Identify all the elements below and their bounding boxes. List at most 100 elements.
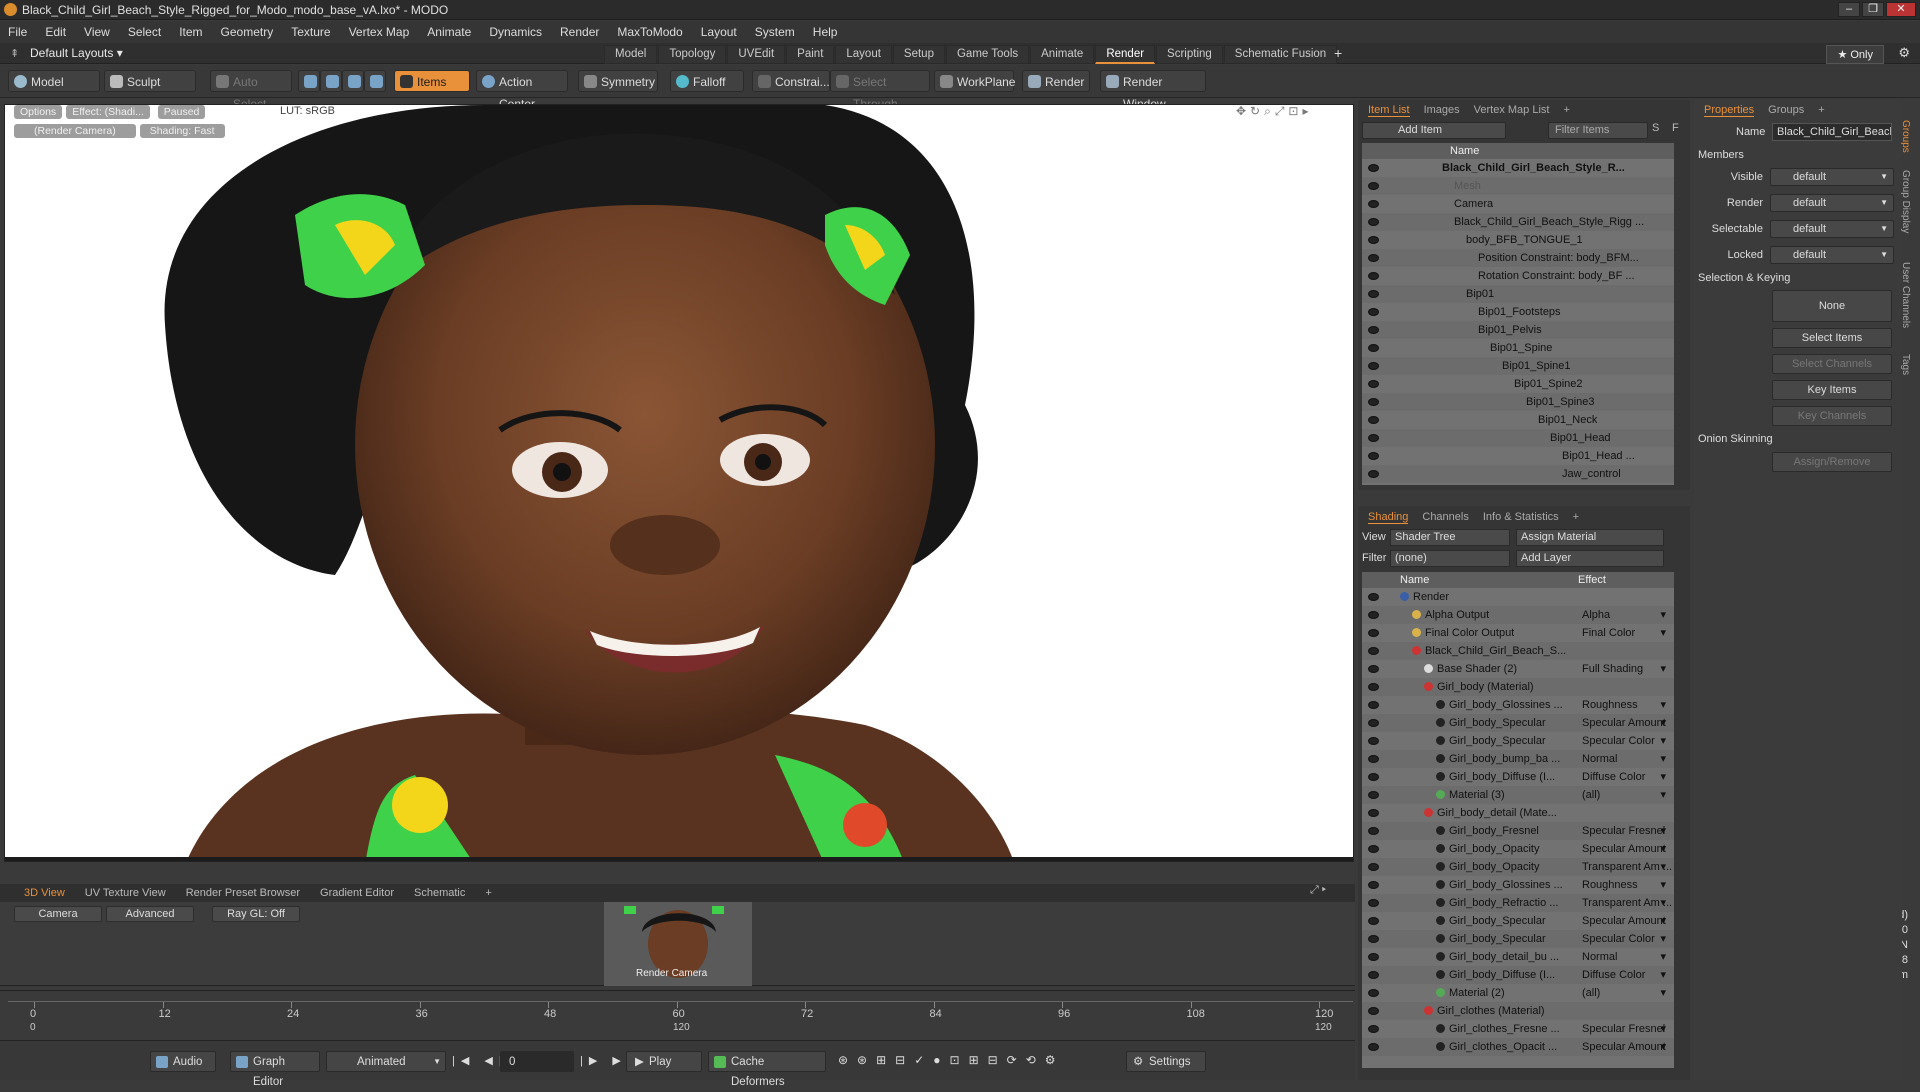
tab-layout[interactable]: Layout	[835, 45, 892, 64]
item-list-tab-vertex-map-list[interactable]: Vertex Map List	[1474, 104, 1550, 116]
menu-item[interactable]: Item	[179, 25, 202, 39]
menu-maxtomodo[interactable]: MaxToModo	[617, 25, 682, 39]
shader-row[interactable]: Girl_body_Glossines ... Roughness ▾	[1362, 696, 1674, 714]
tab-model[interactable]: Model	[604, 45, 658, 64]
bottom-tab-gradient-editor[interactable]: Gradient Editor	[320, 887, 394, 899]
play-button[interactable]: ▶ Play	[626, 1051, 702, 1072]
shader-row[interactable]: Girl_clothes (Material)	[1362, 1002, 1674, 1020]
effect-dropdown[interactable]: Alpha	[1582, 606, 1610, 624]
render-camera-button[interactable]: (Render Camera)	[14, 124, 136, 138]
eye-icon[interactable]	[1368, 326, 1379, 334]
shader-row[interactable]: Girl_body_Specular Specular Amount ▾	[1362, 714, 1674, 732]
eye-icon[interactable]	[1368, 737, 1379, 745]
shader-row[interactable]: Girl_body_Opacity Transparent Am ... ▾	[1362, 858, 1674, 876]
item-tree[interactable]: Black_Child_Girl_Beach_Style_R... Mesh Cam…	[1362, 159, 1674, 485]
properties-tab-add[interactable]: +	[1818, 104, 1824, 116]
tab-uvedit[interactable]: UVEdit	[727, 45, 786, 64]
eye-icon[interactable]	[1368, 917, 1379, 925]
eye-icon[interactable]	[1368, 290, 1379, 298]
chevron-down-icon[interactable]: ▾	[1660, 912, 1666, 930]
eye-icon[interactable]	[1368, 593, 1379, 601]
chevron-down-icon[interactable]: ▾	[1660, 894, 1666, 912]
effect-dropdown[interactable]: Specular Color	[1582, 930, 1655, 948]
tab-topology[interactable]: Topology	[658, 45, 727, 64]
eye-icon[interactable]	[1368, 470, 1379, 478]
eye-icon[interactable]	[1368, 344, 1379, 352]
close-button[interactable]: ✕	[1886, 2, 1916, 17]
f-toggle[interactable]: F	[1672, 122, 1679, 134]
eye-icon[interactable]	[1368, 452, 1379, 460]
items-mode-button[interactable]: Items	[394, 70, 470, 92]
eye-icon[interactable]	[1368, 308, 1379, 316]
eye-icon[interactable]	[1368, 380, 1379, 388]
chevron-down-icon[interactable]: ▾	[1660, 966, 1666, 984]
chevron-down-icon[interactable]: ▾	[1660, 606, 1666, 624]
shader-row[interactable]: Girl_body_Specular Specular Color ▾	[1362, 732, 1674, 750]
chevron-down-icon[interactable]: ▾	[1660, 984, 1666, 1002]
menu-render[interactable]: Render	[560, 25, 599, 39]
eye-icon[interactable]	[1368, 200, 1379, 208]
auto-select-button[interactable]: Auto Select	[210, 70, 292, 111]
raygl-option[interactable]: Ray GL: Off	[212, 906, 300, 922]
menu-dynamics[interactable]: Dynamics	[489, 25, 542, 39]
chevron-down-icon[interactable]: ▾	[1660, 876, 1666, 894]
eye-icon[interactable]	[1368, 863, 1379, 871]
onion-skinning-section[interactable]: Onion Skinning	[1698, 433, 1773, 445]
effect-dropdown[interactable]: Diffuse Color	[1582, 768, 1645, 786]
menu-file[interactable]: File	[8, 25, 27, 39]
eye-icon[interactable]	[1368, 629, 1379, 637]
item-row[interactable]: Black_Child_Girl_Beach_Style_R...	[1362, 159, 1674, 177]
eye-icon[interactable]	[1368, 1025, 1379, 1033]
viewport-paused-button[interactable]: Paused	[157, 105, 206, 119]
polygon-mode-button[interactable]	[342, 70, 364, 92]
select-through-button[interactable]: Select Through	[830, 70, 930, 111]
item-row[interactable]: Bip01_Spine1	[1362, 357, 1674, 375]
eye-icon[interactable]	[1368, 773, 1379, 781]
shader-row[interactable]: Base Shader (2) Full Shading ▾	[1362, 660, 1674, 678]
shader-row[interactable]: Girl_body_Specular Specular Color ▾	[1362, 930, 1674, 948]
item-row[interactable]: Rotation Constraint: body_BF ...	[1362, 267, 1674, 285]
effect-dropdown[interactable]: Specular Amount	[1582, 714, 1666, 732]
tab-game-tools[interactable]: Game Tools	[945, 45, 1030, 64]
effect-dropdown[interactable]: Roughness	[1582, 876, 1638, 894]
effect-dropdown[interactable]: Specular Amount	[1582, 1038, 1666, 1056]
menu-edit[interactable]: Edit	[45, 25, 66, 39]
item-list-tab-add[interactable]: +	[1563, 104, 1569, 116]
eye-icon[interactable]	[1368, 719, 1379, 727]
item-row[interactable]: Black_Child_Girl_Beach_Style_Rigg ...	[1362, 213, 1674, 231]
item-list-tab-images[interactable]: Images	[1424, 104, 1460, 116]
shader-row[interactable]: Alpha Output Alpha ▾	[1362, 606, 1674, 624]
eye-icon[interactable]	[1368, 254, 1379, 262]
material-mode-button[interactable]	[364, 70, 386, 92]
menu-texture[interactable]: Texture	[291, 25, 330, 39]
effect-dropdown[interactable]: (all)	[1582, 786, 1600, 804]
shading-tab-add[interactable]: +	[1573, 511, 1579, 523]
eye-icon[interactable]	[1368, 809, 1379, 817]
chevron-down-icon[interactable]: ▾	[1660, 1038, 1666, 1056]
item-row[interactable]: Bip01_Footsteps	[1362, 303, 1674, 321]
workplane-button[interactable]: WorkPlane	[934, 70, 1015, 92]
visible-dropdown[interactable]: default	[1770, 168, 1894, 186]
viewport-options-button[interactable]: Options	[14, 105, 63, 119]
eye-icon[interactable]	[1368, 434, 1379, 442]
eye-icon[interactable]	[1368, 881, 1379, 889]
item-row[interactable]: body_BFB_TONGUE_1	[1362, 231, 1674, 249]
camera-thumbnail[interactable]: Render Camera	[604, 902, 752, 986]
advanced-option[interactable]: Advanced	[106, 906, 194, 922]
shader-row[interactable]: Black_Child_Girl_Beach_S...	[1362, 642, 1674, 660]
menu-select[interactable]: Select	[128, 25, 161, 39]
effect-dropdown[interactable]: Normal	[1582, 750, 1617, 768]
chevron-down-icon[interactable]: ▾	[1660, 624, 1666, 642]
viewport-nav-icons[interactable]: ✥↻⌕⤢⊡▸	[1236, 104, 1313, 119]
item-row[interactable]: Camera	[1362, 195, 1674, 213]
effect-dropdown[interactable]: Transparent Am ...	[1582, 858, 1672, 876]
properties-tab-properties[interactable]: Properties	[1704, 104, 1755, 117]
s-toggle[interactable]: S	[1652, 122, 1659, 134]
item-row[interactable]: Bip01_Spine	[1362, 339, 1674, 357]
properties-tab-groups[interactable]: Groups	[1768, 104, 1804, 116]
tab-render[interactable]: Render	[1095, 45, 1156, 64]
eye-icon[interactable]	[1368, 827, 1379, 835]
key-channels-button[interactable]: Key Channels	[1772, 406, 1892, 426]
filter-dropdown[interactable]: (none)	[1390, 550, 1510, 567]
only-toggle[interactable]: ★ Only	[1826, 45, 1884, 64]
